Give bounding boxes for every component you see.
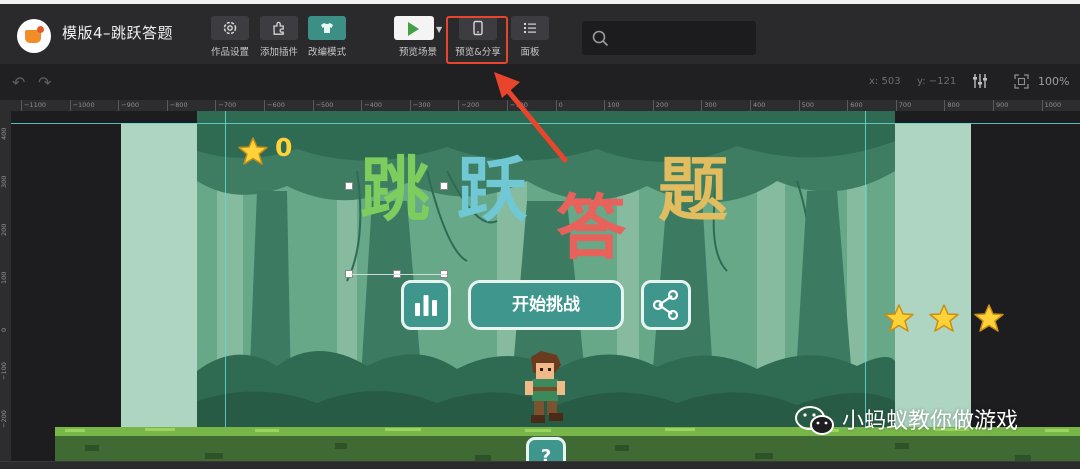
ruler-tick-label: −200 — [0, 410, 8, 428]
ruler-tick-label: −900 — [118, 100, 139, 111]
fit-screen-icon[interactable] — [1014, 74, 1029, 89]
ruler-tick-label: −200 — [458, 100, 479, 111]
ruler-tick-label: 900 — [993, 100, 1008, 111]
title-char-4[interactable]: 题 — [658, 145, 728, 235]
ruler-tick-label: 700 — [895, 100, 911, 111]
zoom-level[interactable]: 100% — [1038, 75, 1069, 88]
add-plugin-label: 添加插件 — [259, 47, 298, 58]
ruler-tick-label: 800 — [944, 100, 960, 111]
arrow-annotation — [494, 72, 568, 163]
ruler-tick-label: −600 — [264, 100, 285, 111]
add-plugin-button[interactable]: 添加插件 — [252, 16, 306, 62]
status-bar — [0, 461, 1080, 469]
ruler-tick-label: −300 — [409, 100, 431, 111]
watermark-text: 小蚂蚁教你做游戏 — [842, 409, 1019, 434]
title-char-1[interactable]: 跳 — [360, 145, 430, 235]
ruler-tick-label: 400 — [750, 100, 765, 111]
gear-icon — [223, 21, 237, 35]
hero-character[interactable] — [517, 351, 573, 431]
preview-scene-button[interactable]: ▼ 预览场景 — [389, 16, 447, 62]
star-icon — [238, 137, 268, 165]
ruler-tick-label: 1000 — [1041, 100, 1061, 111]
top-bar: 模版4–跳跃答题 作品设置 添加插件 改编模式 ▼ 预览场景 预览&分享 面板 — [0, 0, 1080, 64]
shirt-icon — [321, 23, 333, 33]
star-icon — [929, 304, 959, 332]
app-logo[interactable] — [17, 19, 51, 53]
list-icon — [524, 23, 536, 33]
editor-app: 模版4–跳跃答题 作品设置 添加插件 改编模式 ▼ 预览场景 预览&分享 面板 … — [0, 0, 1080, 469]
leaderboard-button[interactable] — [401, 280, 451, 330]
edit-mode-button[interactable]: 改编模式 — [300, 16, 354, 62]
ruler-tick-label: 400 — [0, 127, 8, 140]
wechat-icon — [795, 406, 834, 435]
redo-icon[interactable]: ↷ — [38, 73, 51, 92]
share-button[interactable] — [641, 280, 691, 330]
share-icon — [652, 289, 679, 321]
guide-line — [225, 111, 226, 469]
ruler-tick-label: 300 — [701, 100, 717, 111]
ruler-tick-label: 100 — [0, 271, 8, 284]
ruler-tick-label: −700 — [215, 100, 236, 111]
project-settings-label: 作品设置 — [210, 47, 249, 58]
panel-button[interactable]: 面板 — [503, 16, 557, 62]
cursor-x-readout: x: 503 — [869, 76, 901, 87]
ruler-tick-label: 500 — [798, 100, 814, 111]
ruler-tick-label: 200 — [652, 100, 668, 111]
ruler-tick-label: −1100 — [21, 100, 46, 111]
chevron-down-icon[interactable]: ▼ — [436, 25, 442, 34]
align-settings-icon[interactable] — [971, 72, 989, 90]
selection-handle[interactable] — [440, 182, 448, 190]
panel-label: 面板 — [520, 47, 540, 58]
selection-edge — [351, 274, 447, 275]
bar-chart-icon — [415, 295, 437, 316]
edit-mode-label: 改编模式 — [307, 47, 346, 58]
project-settings-button[interactable]: 作品设置 — [203, 16, 257, 62]
ruler-tick-label: 600 — [847, 100, 863, 111]
undo-icon[interactable]: ↶ — [12, 73, 25, 92]
ruler-tick-label: 100 — [604, 100, 620, 111]
search-icon — [592, 30, 609, 47]
ruler-tick-label: −400 — [361, 100, 382, 111]
puzzle-icon — [273, 21, 284, 35]
search-input[interactable] — [582, 21, 756, 55]
preview-scene-label: 预览场景 — [398, 47, 437, 58]
ruler-tick-label: −800 — [166, 100, 188, 111]
project-title: 模版4–跳跃答题 — [62, 24, 174, 42]
score-value: 0 — [275, 133, 293, 162]
start-challenge-button[interactable]: 开始挑战 — [468, 280, 624, 330]
highlight-box — [446, 16, 508, 64]
ruler-tick-label: −1000 — [69, 100, 95, 111]
star-icon — [884, 304, 914, 332]
title-char-3[interactable]: 答 — [556, 183, 626, 273]
vertical-ruler: 400 300 200 100 0 −100 −200 — [0, 100, 11, 469]
ruler-tick-label: −100 — [0, 362, 8, 380]
cursor-y-readout: y: −121 — [917, 76, 957, 87]
star-icon — [974, 304, 1004, 332]
selection-handle[interactable] — [345, 182, 353, 190]
play-icon — [408, 22, 419, 36]
ruler-tick-label: 0 — [0, 327, 8, 332]
ruler-tick-label: 200 — [0, 223, 8, 236]
ruler-tick-label: 300 — [0, 175, 8, 188]
ruler-tick-label: −500 — [312, 100, 333, 111]
